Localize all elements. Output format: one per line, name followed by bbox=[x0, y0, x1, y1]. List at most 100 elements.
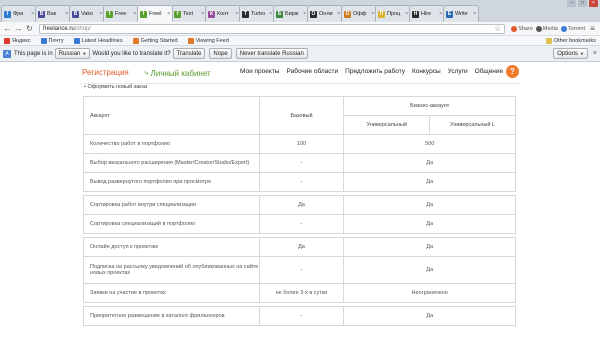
table-row: Сортировка специализаций в портфолио - Да bbox=[83, 214, 516, 234]
bookmark-item[interactable]: Getting Started bbox=[132, 37, 178, 44]
reload-icon[interactable]: ↻ bbox=[25, 24, 34, 33]
options-label: Options bbox=[557, 50, 578, 57]
close-window-button[interactable]: × bbox=[589, 0, 598, 7]
favicon-icon: В bbox=[38, 10, 45, 18]
close-tab-icon[interactable]: × bbox=[235, 11, 238, 17]
browser-tab[interactable]: П Проц × bbox=[375, 5, 411, 22]
tab-title: Turbo bbox=[251, 11, 266, 17]
close-tab-icon[interactable]: × bbox=[269, 11, 272, 17]
header-account: Аккаунт bbox=[83, 96, 260, 135]
account-comparison-table: Аккаунт Базовый Бизнес-аккаунт Универсал… bbox=[83, 96, 516, 326]
never-translate-button[interactable]: Never translate Russian bbox=[235, 48, 308, 59]
close-tab-icon[interactable]: × bbox=[65, 11, 68, 17]
close-tab-icon[interactable]: × bbox=[303, 11, 306, 17]
favicon-icon: В bbox=[72, 10, 79, 18]
favicon-icon: T bbox=[242, 10, 249, 18]
nav-link[interactable]: Мои проекты bbox=[240, 68, 279, 75]
browser-tab[interactable]: f Фри × bbox=[1, 5, 37, 22]
tab-title: Конт bbox=[217, 11, 229, 17]
close-tab-icon[interactable]: × bbox=[473, 11, 476, 17]
language-select[interactable]: Russian ▼ bbox=[54, 48, 91, 59]
basic-value-cell: - bbox=[258, 256, 345, 284]
basic-value-cell: не более 3-х в сутки bbox=[258, 283, 345, 303]
nope-button[interactable]: Nope bbox=[209, 48, 232, 59]
close-tab-icon[interactable]: × bbox=[201, 11, 204, 17]
nav-link[interactable]: Услуги bbox=[448, 68, 468, 75]
feature-cell: Сортировка работ внутри специализации bbox=[83, 195, 260, 215]
folder-icon bbox=[545, 37, 552, 44]
basic-value-cell: - bbox=[258, 214, 345, 234]
bookmark-item[interactable]: Latest Headlines bbox=[73, 37, 123, 44]
minimize-button[interactable]: – bbox=[567, 0, 576, 7]
nav-link[interactable]: Конкурсы bbox=[412, 68, 441, 75]
browser-tab[interactable]: К Конт × bbox=[205, 5, 241, 22]
tab-title: Free bbox=[115, 11, 127, 17]
browser-tab[interactable]: H Hire × bbox=[409, 5, 445, 22]
bookmark-item[interactable]: Viewing Feed bbox=[187, 37, 229, 44]
browser-tab[interactable]: f Text × bbox=[171, 5, 207, 22]
translate-bar: A This page is in Russian ▼ Would you lik… bbox=[0, 46, 600, 62]
browser-tab[interactable]: T Turbo × bbox=[239, 5, 275, 22]
maximize-button[interactable]: □ bbox=[578, 0, 587, 7]
tab-title: Бирж bbox=[285, 11, 299, 17]
bookmark-icon bbox=[40, 37, 47, 44]
browser-tab[interactable]: f Freel × bbox=[137, 5, 173, 22]
close-tab-icon[interactable]: × bbox=[31, 11, 34, 17]
close-tab-icon[interactable]: × bbox=[439, 11, 442, 17]
browser-tab[interactable]: В Vako × bbox=[69, 5, 105, 22]
business-value-cell: Да bbox=[343, 195, 516, 215]
browser-tab[interactable]: E Write × bbox=[443, 5, 479, 22]
nav-link[interactable]: Общение bbox=[475, 68, 504, 75]
close-tab-icon[interactable]: × bbox=[167, 11, 170, 17]
forward-icon[interactable]: → bbox=[14, 24, 23, 33]
close-tab-icon[interactable]: × bbox=[99, 11, 102, 17]
feature-cell: Приоритетное размещение в каталоге фрила… bbox=[83, 306, 260, 326]
bookmark-label: Почту bbox=[48, 37, 64, 44]
register-link[interactable]: Регистрация bbox=[82, 68, 129, 77]
bookmark-item[interactable]: Яндекс bbox=[4, 37, 31, 44]
back-icon[interactable]: ← bbox=[3, 24, 12, 33]
top-navigation: Мои проекты Рабочие области Предложить раб… bbox=[240, 68, 510, 75]
browser-tab[interactable]: О Офф × bbox=[341, 5, 377, 22]
tab-title: Вак bbox=[47, 11, 57, 17]
close-icon[interactable]: × bbox=[593, 50, 597, 57]
business-value-cell: Да bbox=[343, 256, 516, 284]
browser-menu-icon[interactable]: ≡ bbox=[588, 24, 597, 33]
window-controls: – □ × bbox=[567, 0, 600, 10]
page-content: • Оформить новый заказ Аккаунт Базовый Б… bbox=[0, 84, 600, 337]
close-tab-icon[interactable]: × bbox=[133, 11, 136, 17]
bookmark-item[interactable]: Почту bbox=[40, 37, 64, 44]
address-bar[interactable]: freelance.ru/shop/ ☆ bbox=[39, 23, 506, 34]
table-row: Количество работ в портфолио 100 500 bbox=[83, 134, 516, 154]
bookmark-icon bbox=[132, 37, 139, 44]
nav-link[interactable]: Предложить работу bbox=[345, 68, 405, 75]
basic-value-cell: - bbox=[258, 153, 345, 173]
language-value: Russian bbox=[58, 50, 81, 57]
favicon-icon: Б bbox=[276, 10, 283, 18]
browser-tab[interactable]: f Free × bbox=[103, 5, 139, 22]
translate-button[interactable]: Translate bbox=[172, 48, 206, 59]
bookmark-label: Viewing Feed bbox=[195, 37, 229, 44]
close-tab-icon[interactable]: × bbox=[371, 11, 374, 17]
other-bookmarks[interactable]: Other bookmarks bbox=[545, 37, 596, 44]
extension-button[interactable]: Media bbox=[535, 25, 558, 32]
login-arrow-icon: ⤷ bbox=[144, 68, 149, 77]
browser-tab[interactable]: В Вак × bbox=[35, 5, 71, 22]
extension-icon bbox=[535, 25, 542, 32]
extension-label: Media bbox=[542, 25, 558, 32]
extension-button[interactable]: Torrent bbox=[560, 25, 585, 32]
nav-link[interactable]: Рабочие области bbox=[286, 68, 338, 75]
close-tab-icon[interactable]: × bbox=[337, 11, 340, 17]
close-tab-icon[interactable]: × bbox=[405, 11, 408, 17]
extensions: Share Media Torrent bbox=[508, 25, 585, 32]
browser-tab[interactable]: О Онли × bbox=[307, 5, 343, 22]
options-button[interactable]: Options ▼ bbox=[553, 48, 588, 59]
feature-cell: Заявки на участие в проектах bbox=[83, 283, 260, 303]
table-row: Сортировка работ внутри специализации Да Д… bbox=[83, 195, 516, 215]
new-order-link[interactable]: • Оформить новый заказ bbox=[84, 84, 147, 90]
cabinet-link[interactable]: ⤷ Личный кабинет bbox=[144, 68, 211, 78]
help-button[interactable]: ? bbox=[506, 65, 519, 78]
bookmark-star-icon[interactable]: ☆ bbox=[494, 24, 501, 33]
browser-tab[interactable]: Б Бирж × bbox=[273, 5, 309, 22]
extension-button[interactable]: Share bbox=[511, 25, 533, 32]
